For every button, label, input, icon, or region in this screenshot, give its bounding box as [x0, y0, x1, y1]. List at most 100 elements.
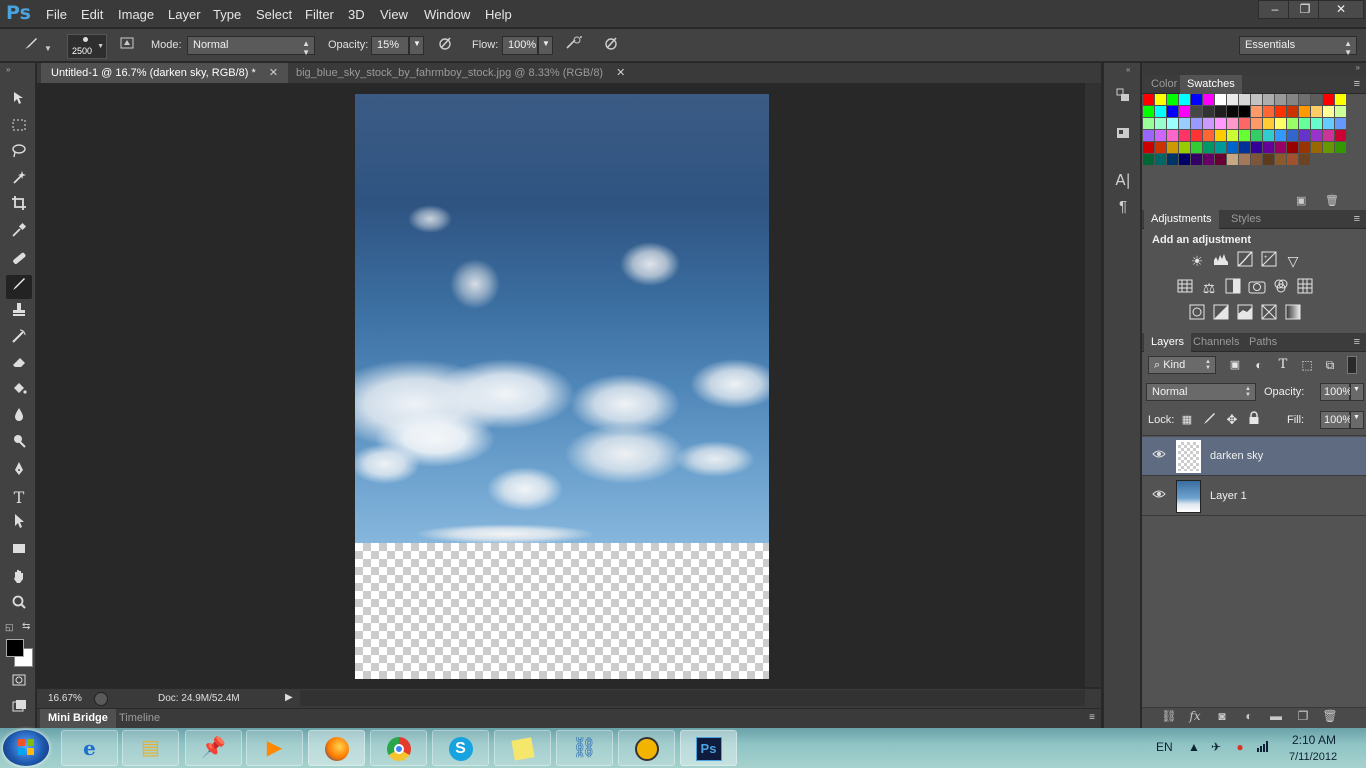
swatch[interactable] [1179, 94, 1190, 105]
brush-panel-toggle-icon[interactable] [116, 35, 138, 57]
menu-type[interactable]: Type [213, 7, 241, 22]
swatch[interactable] [1215, 154, 1226, 165]
swatch[interactable] [1299, 154, 1310, 165]
pin-icon[interactable]: 📌 [185, 730, 242, 766]
swatch[interactable] [1263, 118, 1274, 129]
panel-collapse-strip[interactable]: » [1142, 63, 1366, 75]
color-balance-icon[interactable]: ⚖ [1199, 278, 1219, 298]
collapse-toolbar-icon[interactable]: » [6, 65, 10, 74]
swatch[interactable] [1239, 130, 1250, 141]
close-tab-icon[interactable]: ✕ [269, 67, 278, 79]
swatch[interactable] [1179, 154, 1190, 165]
swatch[interactable] [1227, 94, 1238, 105]
swatch[interactable] [1275, 154, 1286, 165]
swatch[interactable] [1311, 142, 1322, 153]
foreground-color-swatch[interactable] [6, 639, 24, 657]
swatch[interactable] [1239, 94, 1250, 105]
tab-adjustments[interactable]: Adjustments [1144, 210, 1219, 229]
swatch[interactable] [1275, 130, 1286, 141]
filter-pixel-layer-icon[interactable]: ▣ [1225, 355, 1245, 375]
new-layer-icon[interactable]: ❐ [1294, 709, 1312, 725]
media-icon[interactable]: ▶ [246, 730, 303, 766]
swatch[interactable] [1167, 130, 1178, 141]
swatch[interactable] [1311, 106, 1322, 117]
layers-menu-icon[interactable]: ≡ [1354, 336, 1360, 348]
swatch[interactable] [1323, 130, 1334, 141]
swatch[interactable] [1323, 118, 1334, 129]
clone-stamp-tool-icon[interactable] [6, 301, 32, 325]
tab-timeline[interactable]: Timeline [111, 709, 168, 728]
lasso-tool-icon[interactable] [6, 142, 32, 166]
swatch[interactable] [1167, 118, 1178, 129]
swatch[interactable] [1311, 130, 1322, 141]
swatch[interactable] [1227, 130, 1238, 141]
adjustments-menu-icon[interactable]: ≡ [1354, 213, 1360, 225]
swatch[interactable] [1251, 130, 1262, 141]
swatch[interactable] [1335, 118, 1346, 129]
minimize-button[interactable]: – [1258, 0, 1292, 19]
menu-view[interactable]: View [380, 7, 408, 22]
menu-edit[interactable]: Edit [81, 7, 103, 22]
new-adjustment-layer-icon[interactable]: ◐ [1240, 709, 1258, 725]
filter-toggle-switch[interactable] [1347, 356, 1357, 374]
fill-dropdown-icon[interactable]: ▼ [1350, 411, 1364, 429]
levels-icon[interactable] [1211, 251, 1231, 271]
swatch[interactable] [1311, 118, 1322, 129]
screen-mode-icon[interactable] [6, 697, 32, 721]
swatch[interactable] [1167, 154, 1178, 165]
menu-file[interactable]: File [46, 7, 67, 22]
menu-select[interactable]: Select [256, 7, 292, 22]
swatch[interactable] [1191, 154, 1202, 165]
workspace-select[interactable]: Essentials ▲ ▼ [1239, 36, 1357, 57]
swatch[interactable] [1155, 130, 1166, 141]
default-colors-icon[interactable]: ◱ [5, 622, 14, 633]
swatch[interactable] [1167, 142, 1178, 153]
filter-type-layer-icon[interactable]: T [1273, 355, 1293, 375]
swatch[interactable] [1143, 94, 1154, 105]
swatch[interactable] [1263, 94, 1274, 105]
delete-swatch-icon[interactable]: 🗑 [1325, 194, 1339, 207]
swatch[interactable] [1251, 154, 1262, 165]
swatch[interactable] [1239, 154, 1250, 165]
tab-mini-bridge[interactable]: Mini Bridge [40, 709, 116, 728]
opacity-dropdown-icon[interactable]: ▼ [409, 36, 424, 55]
filter-smart-object-icon[interactable]: ⧉ [1320, 355, 1340, 375]
swatch[interactable] [1299, 106, 1310, 117]
layer-name[interactable]: Layer 1 [1210, 490, 1247, 502]
swatch[interactable] [1155, 142, 1166, 153]
swatch[interactable] [1287, 142, 1298, 153]
layer-row-darken-sky[interactable]: darken sky [1142, 437, 1366, 476]
layer-style-fx-icon[interactable]: fx [1186, 709, 1204, 725]
chrome-icon[interactable] [370, 730, 427, 766]
photo-filter-icon[interactable] [1247, 278, 1267, 298]
menu-image[interactable]: Image [118, 7, 154, 22]
swatch[interactable] [1287, 106, 1298, 117]
swatch[interactable] [1155, 94, 1166, 105]
swatch[interactable] [1287, 118, 1298, 129]
status-menu-arrow-icon[interactable]: ▶ [285, 692, 293, 703]
tab-big-blue-sky[interactable]: big_blue_sky_stock_by_fahrmboy_stock.jpg… [286, 63, 635, 83]
swatch[interactable] [1227, 118, 1238, 129]
rectangle-tool-icon[interactable] [6, 539, 32, 563]
black-white-icon[interactable] [1223, 278, 1243, 298]
crop-tool-icon[interactable] [6, 194, 32, 218]
language-indicator[interactable]: EN [1156, 740, 1173, 754]
clock-time[interactable]: 2:10 AM [1292, 733, 1336, 747]
network-icon[interactable]: ⛓ [556, 730, 613, 766]
swatch[interactable] [1263, 106, 1274, 117]
swatch[interactable] [1227, 142, 1238, 153]
blur-tool-icon[interactable] [6, 405, 32, 429]
expand-dock-icon[interactable]: « [1126, 65, 1130, 74]
lock-position-icon[interactable]: ✥ [1222, 410, 1242, 430]
swatch[interactable] [1251, 118, 1262, 129]
swatch[interactable] [1143, 118, 1154, 129]
dodge-tool-icon[interactable] [6, 432, 32, 456]
blend-mode-select[interactable]: Normal ▲ ▼ [1146, 383, 1256, 401]
ie-icon[interactable]: e [61, 730, 118, 766]
photoshop-icon[interactable]: Ps [680, 730, 737, 766]
vertical-scrollbar[interactable] [1085, 83, 1101, 687]
new-group-icon[interactable]: ▬ [1267, 709, 1285, 725]
swatch[interactable] [1215, 94, 1226, 105]
swap-colors-icon[interactable]: ⇆ [22, 621, 30, 632]
brightness-contrast-icon[interactable]: ☀ [1187, 251, 1207, 271]
